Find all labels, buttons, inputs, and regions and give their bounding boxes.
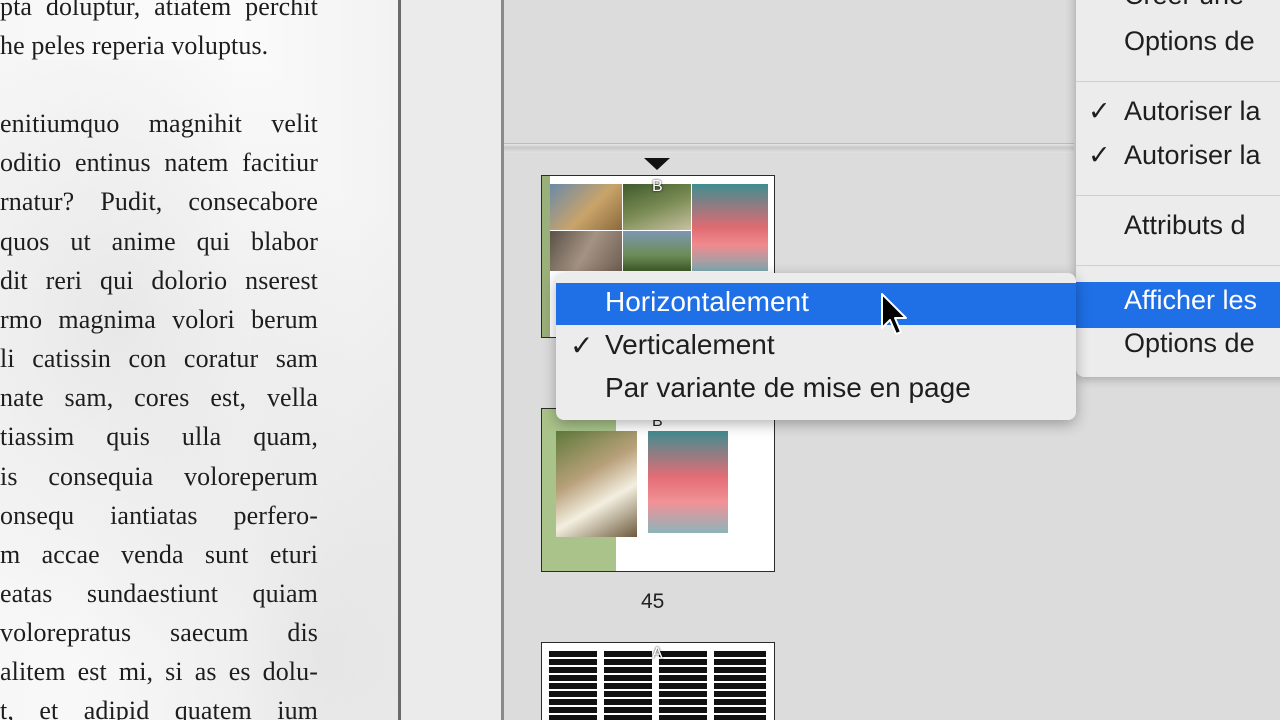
text-column xyxy=(714,651,766,720)
text-line: is consequia voloreperum xyxy=(0,462,318,491)
checkmark-icon: ✓ xyxy=(1088,96,1111,126)
mouse-pointer-icon xyxy=(881,293,907,335)
checkmark-icon: ✓ xyxy=(1088,140,1111,170)
text-column xyxy=(604,651,652,720)
checkmark-icon: ✓ xyxy=(570,330,594,361)
text-line: tiassim quis ulla quam, xyxy=(0,422,318,451)
text-line: enitiumquo magnihit velit xyxy=(0,109,318,138)
page-thumbnail[interactable]: A xyxy=(541,642,775,720)
text-line: he peles reperia voluptus. xyxy=(0,31,269,60)
submenu-item-vertical[interactable]: Verticalement xyxy=(605,329,775,361)
photo-flamingos xyxy=(648,431,728,533)
photo-landscape xyxy=(623,231,691,271)
text-line: pta doluptur, atiatem perchit xyxy=(0,0,318,21)
menu-item-panel-options[interactable]: Options de xyxy=(1124,328,1255,359)
text-line: li catissin con coratur sam xyxy=(0,344,318,373)
menu-item-options[interactable]: Options de xyxy=(1124,26,1255,57)
menu-separator xyxy=(1076,81,1280,82)
photo-flamingos xyxy=(692,184,768,271)
document-page: pta doluptur, atiatem perchit he peles r… xyxy=(0,0,400,720)
submenu-item-horizontal[interactable]: Horizontalement xyxy=(605,286,809,318)
text-line: nate sam, cores est, vella xyxy=(0,383,318,412)
photo-rocks xyxy=(550,231,622,271)
text-line: oditio entinus natem facitiur xyxy=(0,148,318,177)
text-line: m accae venda sunt eturi xyxy=(0,540,318,569)
current-page-indicator-icon xyxy=(644,158,670,170)
panel-splitter[interactable] xyxy=(504,143,1074,153)
text-line: dit reri qui dolorio nserest xyxy=(0,266,318,295)
page-thumbnail[interactable]: B xyxy=(541,408,775,572)
pasteboard xyxy=(401,0,501,720)
text-column xyxy=(549,651,597,720)
text-line: onsequ iantiatas perfero- xyxy=(0,501,318,530)
menu-separator xyxy=(1076,195,1280,196)
menu-item-allow-2[interactable]: Autoriser la xyxy=(1124,140,1261,171)
text-line: alitem est mi, si as es dolu- xyxy=(0,657,318,686)
menu-separator xyxy=(1076,265,1280,266)
text-line: rmo magnima volori berum xyxy=(0,305,318,334)
photo-marmot xyxy=(550,184,622,230)
menu-item-create[interactable]: Créer une xyxy=(1124,0,1244,11)
submenu-item-by-layout[interactable]: Par variante de mise en page xyxy=(605,372,971,404)
text-line: t, et adipid quatem ium xyxy=(0,696,318,720)
photo-waxwing xyxy=(556,431,637,537)
pages-panel-menu: Créer une Options de ✓ Autoriser la ✓ Au… xyxy=(1076,0,1280,377)
photo-frame xyxy=(542,176,550,337)
text-line: eatas sundaestiunt quiam xyxy=(0,579,318,608)
menu-item-allow-1[interactable]: Autoriser la xyxy=(1124,96,1261,127)
text-column xyxy=(659,651,707,720)
menu-item-show-pages[interactable]: Afficher les xyxy=(1124,285,1257,316)
menu-item-attributes[interactable]: Attributs d xyxy=(1124,210,1246,241)
master-label: B xyxy=(652,178,663,195)
text-line: rnatur? Pudit, consecabore xyxy=(0,187,318,216)
text-line: volorepratus saecum dis xyxy=(0,618,318,647)
show-pages-submenu: Horizontalement ✓ Verticalement Par vari… xyxy=(556,273,1076,420)
master-label: A xyxy=(652,645,663,662)
text-line: quos ut anime qui blabor xyxy=(0,227,318,256)
page-number: 45 xyxy=(641,590,665,613)
